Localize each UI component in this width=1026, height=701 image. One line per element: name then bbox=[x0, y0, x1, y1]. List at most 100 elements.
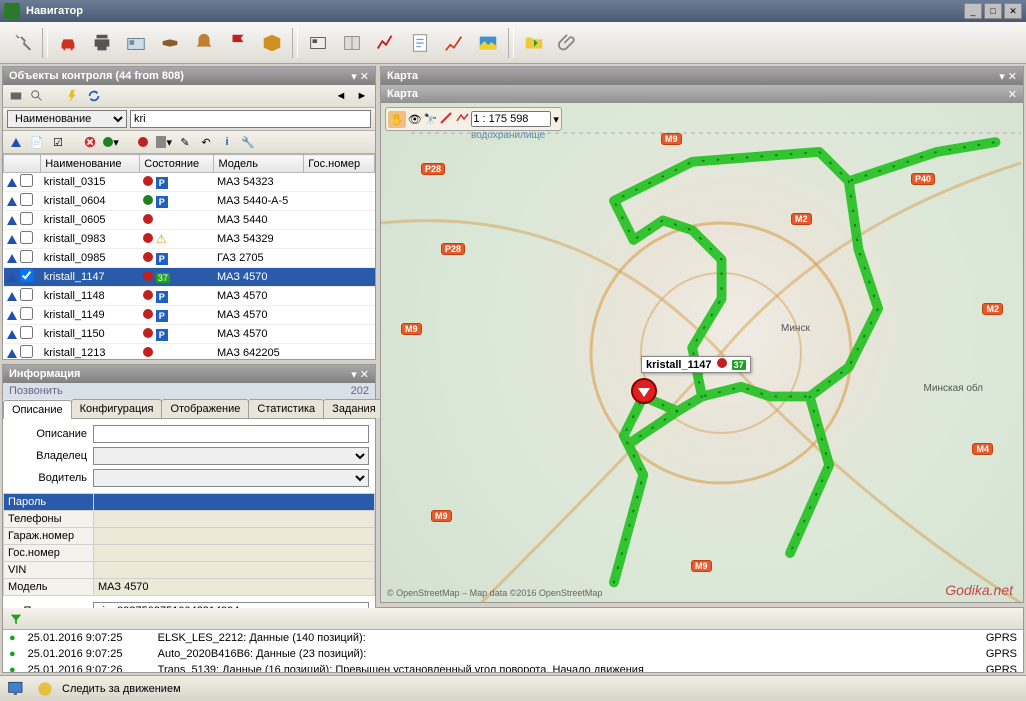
window-titlebar: Навигатор _ □ ✕ bbox=[0, 0, 1026, 22]
dot-down-icon[interactable]: ▾ bbox=[102, 133, 120, 151]
book-icon[interactable] bbox=[336, 27, 368, 59]
map-panel-close-icon[interactable]: ▾ ✕ bbox=[999, 70, 1017, 83]
status-dot-icon[interactable] bbox=[134, 133, 152, 151]
row-checkbox[interactable] bbox=[20, 326, 33, 339]
owner-select[interactable] bbox=[93, 447, 369, 465]
vehicle-pin-icon bbox=[631, 378, 657, 404]
info-row[interactable]: Телефоны bbox=[4, 511, 375, 528]
tri-icon[interactable] bbox=[7, 133, 25, 151]
scale-input[interactable] bbox=[471, 111, 551, 127]
report-icon[interactable] bbox=[404, 27, 436, 59]
arrow-right-icon[interactable]: ► bbox=[353, 87, 371, 105]
row-checkbox[interactable] bbox=[20, 193, 33, 206]
check-icon[interactable]: ☑ bbox=[49, 133, 67, 151]
flash-icon[interactable] bbox=[64, 87, 82, 105]
row-checkbox[interactable] bbox=[20, 307, 33, 320]
info-row[interactable]: Гараж.номер bbox=[4, 528, 375, 545]
image-icon[interactable] bbox=[472, 27, 504, 59]
tab-1[interactable]: Конфигурация bbox=[71, 399, 163, 418]
printer-icon[interactable] bbox=[86, 27, 118, 59]
row-checkbox[interactable] bbox=[20, 174, 33, 187]
minimize-button[interactable]: _ bbox=[964, 3, 982, 19]
row-checkbox[interactable] bbox=[20, 231, 33, 244]
name-filter-select[interactable]: Наименование bbox=[7, 110, 127, 128]
tab-0[interactable]: Описание bbox=[3, 400, 72, 419]
folder-open-icon[interactable] bbox=[518, 27, 550, 59]
car-icon[interactable] bbox=[52, 27, 84, 59]
table-row[interactable]: kristall_1147 37 МАЗ 4570 bbox=[4, 268, 375, 287]
column-header[interactable]: Наименование bbox=[41, 155, 140, 173]
search-icon[interactable] bbox=[28, 87, 46, 105]
info-panel-close-icon[interactable]: ▾ ✕ bbox=[351, 368, 369, 381]
call-label[interactable]: Позвонить bbox=[9, 385, 63, 397]
route-icon[interactable] bbox=[439, 111, 453, 128]
hand-icon[interactable]: ✋ bbox=[388, 111, 406, 128]
tab-3[interactable]: Статистика bbox=[248, 399, 324, 418]
fill-icon[interactable]: ▾ bbox=[155, 133, 173, 151]
table-row[interactable]: kristall_0604 P МАЗ 5440-A-5 bbox=[4, 192, 375, 211]
info-row[interactable]: Гос.номер bbox=[4, 545, 375, 562]
driver-select[interactable] bbox=[93, 469, 369, 487]
vehicle-marker[interactable]: kristall_1147 37 bbox=[631, 378, 657, 404]
column-header[interactable]: Модель bbox=[214, 155, 304, 173]
map-inner-close-icon[interactable]: ✕ bbox=[1008, 88, 1017, 101]
table-row[interactable]: kristall_1150 P МАЗ 4570 bbox=[4, 325, 375, 344]
print-icon[interactable] bbox=[7, 87, 25, 105]
pen-icon[interactable]: ✎ bbox=[176, 133, 194, 151]
row-checkbox[interactable] bbox=[20, 345, 33, 358]
card-icon[interactable] bbox=[120, 27, 152, 59]
desc-input[interactable] bbox=[93, 425, 369, 443]
chart-icon[interactable] bbox=[370, 27, 402, 59]
map-toolbar: ✋ 👁 🔭 ▾ bbox=[385, 107, 562, 131]
city-oblast: Минская обл bbox=[924, 383, 983, 394]
filter-icon[interactable] bbox=[7, 610, 25, 628]
table-row[interactable]: kristall_1149 P МАЗ 4570 bbox=[4, 306, 375, 325]
cancel-icon[interactable] bbox=[81, 133, 99, 151]
info-row[interactable]: Пароль bbox=[4, 494, 375, 511]
box-icon[interactable] bbox=[256, 27, 288, 59]
row-checkbox[interactable] bbox=[20, 212, 33, 225]
table-row[interactable]: kristall_0315 P МАЗ 54323 bbox=[4, 173, 375, 192]
info-panel: Информация ▾ ✕ Позвонить 202 ОписаниеКон… bbox=[2, 364, 376, 627]
row-checkbox[interactable] bbox=[20, 250, 33, 263]
objects-table-container: НаименованиеСостояниеМодельГос.номер kri… bbox=[3, 154, 375, 359]
info-icon[interactable]: i bbox=[218, 133, 236, 151]
map-canvas[interactable]: P28 P28 M9 P40 M2 M2 M4 M9 M9 M9 Минск М… bbox=[381, 103, 1023, 602]
sync-icon[interactable] bbox=[85, 87, 103, 105]
close-button[interactable]: ✕ bbox=[1004, 3, 1022, 19]
info-row[interactable]: МодельМАЗ 4570 bbox=[4, 579, 375, 596]
arrow-left-icon[interactable]: ◄ bbox=[332, 87, 350, 105]
table-row[interactable]: kristall_1148 P МАЗ 4570 bbox=[4, 287, 375, 306]
column-header[interactable]: Гос.номер bbox=[304, 155, 375, 173]
table-row[interactable]: kristall_0605 МАЗ 5440 bbox=[4, 211, 375, 230]
attach-icon[interactable] bbox=[552, 27, 584, 59]
device-icon[interactable] bbox=[302, 27, 334, 59]
maximize-button[interactable]: □ bbox=[984, 3, 1002, 19]
doc-icon[interactable]: 📄 bbox=[28, 133, 46, 151]
graph-edit-icon[interactable] bbox=[438, 27, 470, 59]
search-input[interactable] bbox=[130, 110, 371, 128]
undo-icon[interactable]: ↶ bbox=[197, 133, 215, 151]
call-bar: Позвонить 202 bbox=[3, 383, 375, 399]
column-header[interactable] bbox=[4, 155, 41, 173]
wrench-small-icon[interactable]: 🔧 bbox=[239, 133, 257, 151]
wrench-icon[interactable] bbox=[6, 27, 38, 59]
row-checkbox[interactable] bbox=[20, 269, 33, 282]
column-header[interactable]: Состояние bbox=[140, 155, 214, 173]
table-row[interactable]: kristall_1213 МАЗ 642205 bbox=[4, 344, 375, 360]
tab-2[interactable]: Отображение bbox=[161, 399, 249, 418]
polyline-icon[interactable] bbox=[455, 111, 469, 128]
row-checkbox[interactable] bbox=[20, 288, 33, 301]
panel-menu-icon[interactable]: ▾ ✕ bbox=[351, 70, 369, 83]
eye-icon[interactable]: 👁 bbox=[408, 113, 422, 126]
flag-icon[interactable] bbox=[222, 27, 254, 59]
scale-dropdown-icon[interactable]: ▾ bbox=[553, 113, 559, 126]
tab-4[interactable]: Задания bbox=[323, 399, 384, 418]
table-row[interactable]: kristall_0985 P ГАЗ 2705 bbox=[4, 249, 375, 268]
binoculars-icon[interactable]: 🔭 bbox=[424, 113, 438, 126]
users-icon[interactable] bbox=[154, 27, 186, 59]
city-minsk: Минск bbox=[781, 323, 810, 334]
bell-icon[interactable] bbox=[188, 27, 220, 59]
info-row[interactable]: VIN bbox=[4, 562, 375, 579]
table-row[interactable]: kristall_0983 ⚠МАЗ 54329 bbox=[4, 230, 375, 249]
